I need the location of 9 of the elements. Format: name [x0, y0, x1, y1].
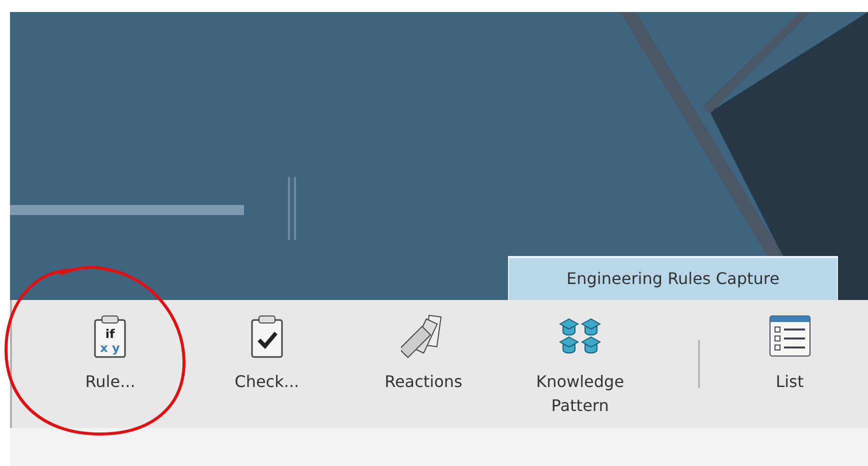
- tool-button-label[interactable]: Check...: [206, 370, 327, 394]
- tool-button-label[interactable]: List: [730, 370, 850, 394]
- list-window-icon: [768, 314, 812, 358]
- tool-button-label[interactable]: Knowledge Pattern: [520, 370, 640, 418]
- tool-button-label[interactable]: Rule...: [50, 370, 170, 394]
- graduation-caps-icon: [558, 316, 602, 356]
- tool-button-label[interactable]: Reactions: [363, 370, 484, 394]
- workbench-tab[interactable]: Engineering Rules Capture: [508, 256, 838, 300]
- clipboard-check-icon: [250, 314, 283, 358]
